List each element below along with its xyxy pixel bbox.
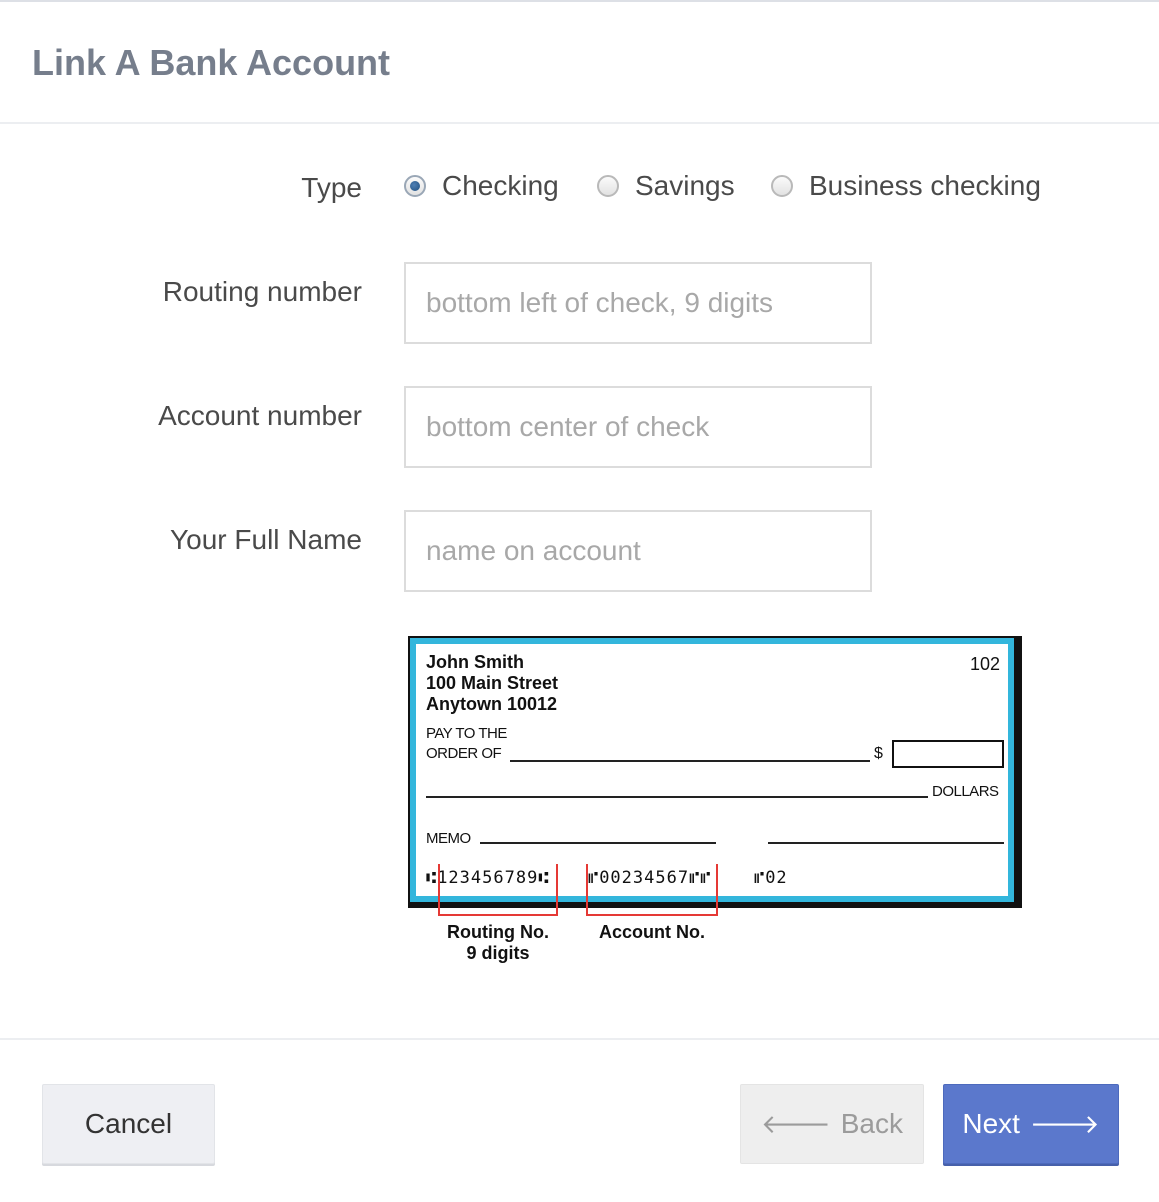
routing-caption: Routing No. 9 digits [436,922,560,964]
link-bank-account-modal: Link A Bank Account Type Checking Saving… [0,0,1159,1200]
radio-savings-label[interactable]: Savings [635,170,735,202]
account-caption: Account No. [599,922,705,942]
check-number: 102 [969,654,1000,674]
modal-footer: Cancel 🡐 Back Next 🡒 [0,1038,1159,1202]
full-name-label: Your Full Name [170,524,362,555]
full-name-input[interactable] [404,510,872,592]
account-number-label: Account number [158,400,362,431]
radio-savings-button[interactable] [597,175,619,197]
routing-bracket [438,864,558,916]
next-button-label[interactable]: Next [962,1108,1020,1140]
routing-number-label: Routing number [162,276,362,307]
check-city: Anytown 10012 [426,694,558,714]
routing-number-input[interactable] [404,262,872,344]
modal-title: Link A Bank Account [32,42,391,83]
routing-caption-line2: 9 digits [466,943,530,963]
check-pay-to-line1: PAY TO THE [426,725,507,742]
arrow-right-icon: 🡒 [1029,1109,1100,1139]
radio-business-checking-label[interactable]: Business checking [809,170,1041,202]
back-button-label[interactable]: Back [841,1108,903,1140]
cancel-button[interactable]: Cancel [42,1084,215,1164]
type-label: Type [301,172,362,203]
radio-business-checking[interactable]: Business checking [771,170,1041,202]
account-bracket [586,864,718,916]
check-memo-line [480,842,716,844]
check-memo-label: MEMO [426,830,471,847]
check-dollar-sign: $ [874,745,883,762]
radio-checking[interactable]: Checking [404,170,559,202]
back-button[interactable]: 🡐 Back [740,1084,924,1164]
radio-savings[interactable]: Savings [597,170,735,202]
arrow-left-icon: 🡐 [761,1109,831,1139]
cancel-button-label[interactable]: Cancel [85,1108,172,1140]
account-number-input[interactable] [404,386,872,468]
check-signature-line [768,842,1004,844]
routing-caption-line1: Routing No. [447,922,549,942]
check-dollars-label: DOLLARS [932,783,999,800]
check-street: 100 Main Street [426,673,559,693]
radio-checking-label[interactable]: Checking [442,170,559,202]
radio-business-checking-button[interactable] [771,175,793,197]
check-payee-line [510,760,870,762]
radio-checking-button[interactable] [404,175,426,197]
modal-header: Link A Bank Account [0,2,1159,124]
check-name: John Smith [426,652,524,672]
check-face: John Smith 100 Main Street Anytown 10012… [410,638,1014,902]
check-written-amount-line [426,796,928,798]
check-micr-check-number: ⑈02 [754,868,788,888]
check-amount-box [892,740,1004,768]
check-illustration: John Smith 100 Main Street Anytown 10012… [408,636,1024,966]
check-pay-to-line2: ORDER OF [426,745,502,762]
next-button[interactable]: Next 🡒 [943,1084,1119,1164]
